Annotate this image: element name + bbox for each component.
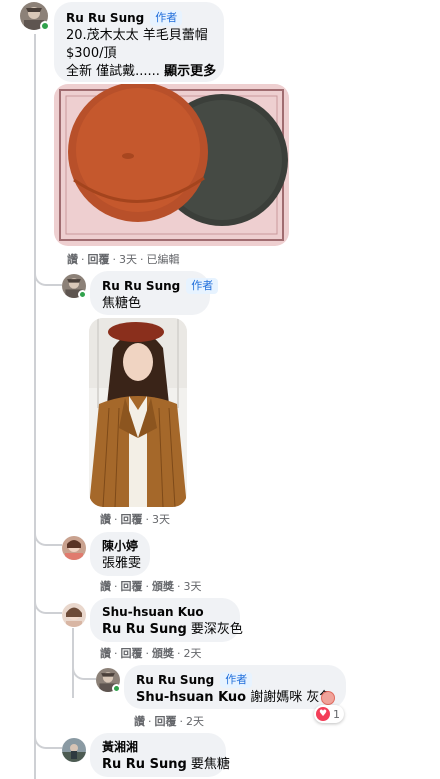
- separator-dot: ·: [179, 714, 184, 728]
- translate-button[interactable]: 頒獎: [152, 645, 174, 661]
- comment-actions: 讚 · 回覆 · 3天 · 已編輯: [67, 251, 180, 267]
- mention-link[interactable]: Ru Ru Sung: [102, 622, 187, 637]
- thread-line-main: [34, 34, 36, 779]
- model-with-beret-graphic: [89, 318, 187, 507]
- reaction-count: 1: [333, 707, 340, 721]
- author-badge: 作者: [150, 10, 183, 26]
- online-status-dot: [112, 684, 121, 693]
- comment-author[interactable]: Ru Ru Sung: [136, 673, 214, 687]
- avatar[interactable]: [62, 603, 86, 627]
- comment-author[interactable]: Shu-hsuan Kuo: [102, 603, 228, 621]
- comment-timestamp[interactable]: 3天: [184, 578, 202, 594]
- comment-bubble: Shu-hsuan Kuo Ru Ru Sung 要深灰色: [90, 598, 243, 642]
- comment-text-body: 要焦糖: [186, 757, 230, 772]
- thread-line-branch-1: [34, 258, 62, 286]
- online-status-dot: [40, 21, 50, 31]
- comment-text: Ru Ru Sung 要焦糖: [102, 756, 230, 774]
- comment-actions: 讚 · 回覆 · 2天: [134, 713, 204, 729]
- separator-dot: ·: [140, 252, 144, 266]
- like-button[interactable]: 讚: [100, 578, 111, 594]
- reaction-summary[interactable]: ♥ 1: [314, 705, 344, 723]
- separator-dot: ·: [81, 252, 85, 266]
- comment-author[interactable]: 陳小婷: [102, 537, 138, 555]
- separator-dot: ·: [145, 512, 150, 526]
- author-badge: 作者: [186, 278, 219, 294]
- comment-bubble: Ru Ru Sung 作者 焦糖色: [90, 271, 219, 315]
- mention-link[interactable]: Ru Ru Sung: [102, 757, 187, 772]
- separator-dot: ·: [145, 579, 150, 593]
- comment-text-body: 要深灰色: [186, 622, 243, 637]
- separator-dot: ·: [148, 714, 152, 728]
- reply-button[interactable]: 回覆: [121, 511, 143, 527]
- comment-author[interactable]: Ru Ru Sung: [102, 279, 180, 293]
- comment-timestamp[interactable]: 3天: [119, 251, 137, 267]
- comment-text-truncated: 全新 僅試戴......: [66, 64, 160, 79]
- heart-icon: ♥: [316, 707, 330, 721]
- comment-author[interactable]: Ru Ru Sung: [66, 11, 144, 25]
- reply-button[interactable]: 回覆: [88, 251, 110, 267]
- comment-text: 焦糖色: [102, 296, 142, 311]
- like-button[interactable]: 讚: [134, 713, 145, 729]
- separator-dot: ·: [114, 646, 118, 660]
- comment-timestamp[interactable]: 2天: [184, 645, 202, 661]
- comment-author[interactable]: 黃湘湘: [102, 738, 214, 756]
- blush-emoji-icon: [321, 691, 335, 705]
- berets-photo-graphic: [54, 84, 289, 246]
- translate-button[interactable]: 頒獎: [152, 578, 174, 594]
- comment-actions: 讚 · 回覆 · 頒獎 · 2天: [100, 645, 202, 661]
- comment-actions: 讚 · 回覆 · 頒獎 · 3天: [100, 578, 202, 594]
- comment-bubble: 陳小婷 張雅雯: [90, 532, 150, 576]
- comment-text-line: 全新 僅試戴...... 顯示更多: [66, 63, 216, 81]
- separator-dot: ·: [114, 579, 118, 593]
- avatar[interactable]: [62, 738, 86, 762]
- reply-button[interactable]: 回覆: [121, 645, 143, 661]
- reply-button[interactable]: 回覆: [155, 713, 177, 729]
- comment-bubble: Ru Ru Sung 作者 20.茂木太太 羊毛貝蕾帽 $300/頂 全新 僅試…: [54, 2, 224, 82]
- avatar[interactable]: [62, 536, 86, 560]
- comment-actions: 讚 · 回覆 · 3天: [100, 511, 170, 527]
- reply-button[interactable]: 回覆: [121, 578, 143, 594]
- berets-photo[interactable]: [54, 84, 289, 246]
- thread-line-branch-5: [34, 725, 62, 749]
- separator-dot: ·: [177, 646, 181, 660]
- thread-line-branch-2: [34, 520, 62, 546]
- see-more-link[interactable]: 顯示更多: [164, 64, 216, 79]
- like-button[interactable]: 讚: [67, 251, 78, 267]
- thread-line-branch-3: [34, 590, 62, 614]
- comment-text-body: 謝謝媽咪 灰色: [246, 690, 333, 705]
- edited-label: 已編輯: [146, 253, 180, 266]
- like-button[interactable]: 讚: [100, 645, 111, 661]
- comment-text-line: 20.茂木太太 羊毛貝蕾帽: [66, 28, 208, 43]
- comment-bubble: 黃湘湘 Ru Ru Sung 要焦糖: [90, 733, 230, 777]
- comment-text: 張雅雯: [102, 556, 142, 571]
- comment-text: Shu-hsuan Kuo 謝謝媽咪 灰色: [136, 689, 334, 707]
- thread-line-branch-4: [72, 658, 96, 680]
- separator-dot: ·: [112, 252, 117, 266]
- comment-timestamp[interactable]: 3天: [152, 511, 170, 527]
- online-status-dot: [78, 290, 87, 299]
- comment-bubble: Ru Ru Sung 作者 Shu-hsuan Kuo 謝謝媽咪 灰色: [124, 665, 346, 709]
- mention-link[interactable]: Shu-hsuan Kuo: [136, 690, 246, 705]
- author-badge: 作者: [220, 672, 253, 688]
- separator-dot: ·: [114, 512, 118, 526]
- separator-dot: ·: [145, 646, 150, 660]
- separator-dot: ·: [177, 579, 181, 593]
- comment-text: Ru Ru Sung 要深灰色: [102, 621, 243, 639]
- comment-text-line: $300/頂: [66, 46, 117, 61]
- comment-timestamp[interactable]: 2天: [186, 713, 204, 729]
- like-button[interactable]: 讚: [100, 511, 111, 527]
- model-with-beret-photo[interactable]: [89, 318, 187, 507]
